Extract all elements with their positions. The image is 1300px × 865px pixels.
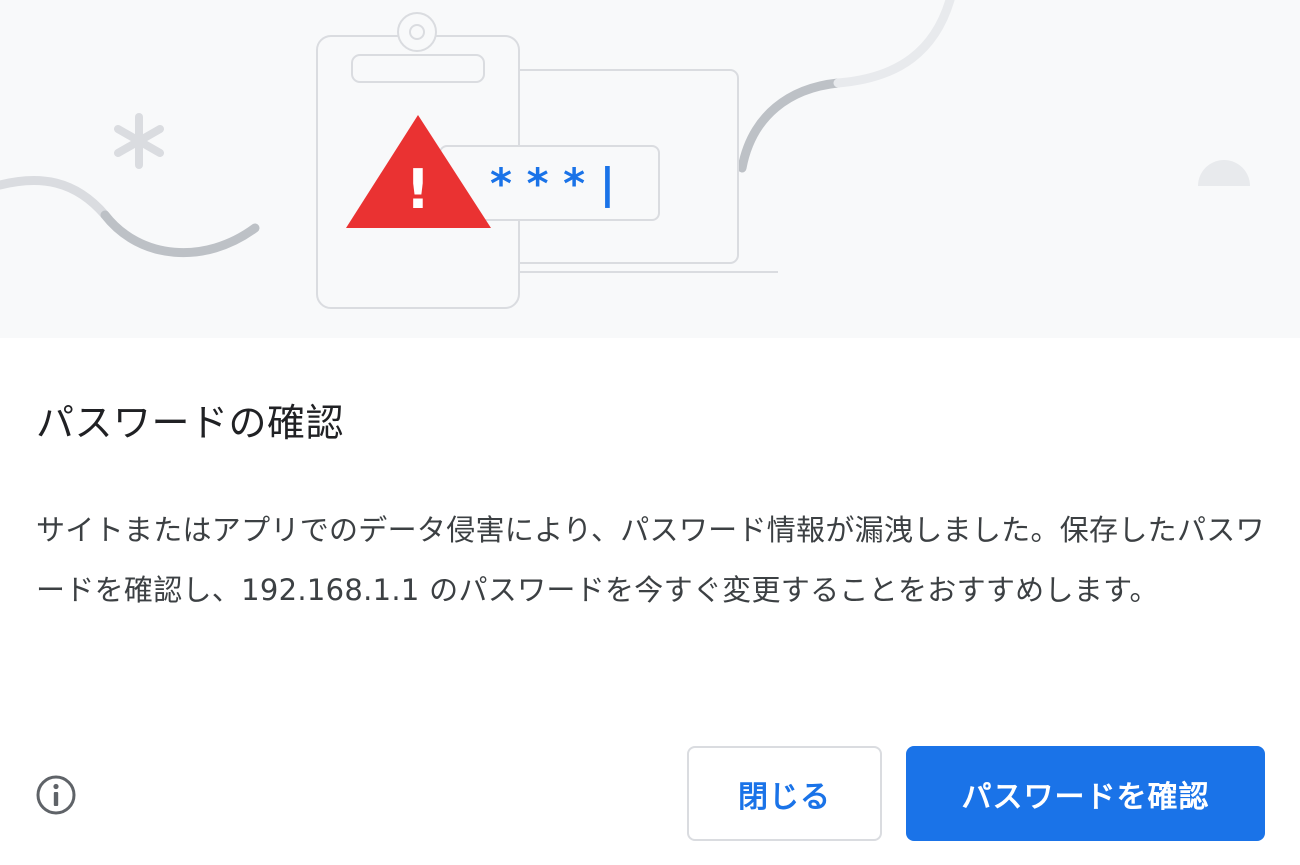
illustration-svg: * * * | ! <box>0 0 1250 309</box>
asterisk-decoration <box>114 113 164 169</box>
dialog-message: サイトまたはアプリでのデータ侵害により、パスワード情報が漏洩しました。保存したパ… <box>36 513 1265 607</box>
leak-illustration: * * * | ! <box>0 0 1300 338</box>
semicircle-decoration <box>1198 160 1250 186</box>
check-passwords-button[interactable]: パスワードを確認 <box>906 746 1265 841</box>
password-mask-text: * * * | <box>490 159 615 208</box>
dialog-title: パスワードの確認 <box>36 401 345 445</box>
info-circle-icon <box>36 775 76 815</box>
warning-exclamation: ! <box>406 158 431 221</box>
info-button[interactable] <box>34 773 78 817</box>
password-leak-dialog: * * * | ! パスワードの確認 サイトまたはアプリでのデータ侵害により、パ… <box>0 0 1300 865</box>
close-button[interactable]: 閉じる <box>687 746 882 841</box>
